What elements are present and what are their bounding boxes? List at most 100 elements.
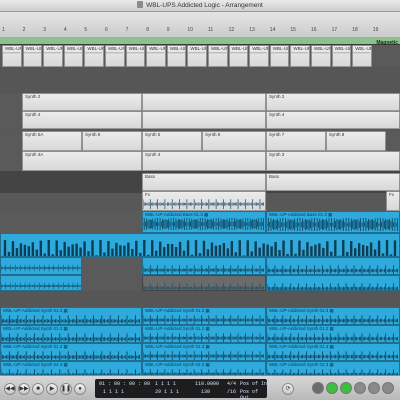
- midi-region[interactable]: WBL-UP-Addict: [311, 45, 331, 67]
- midi-region[interactable]: Synth 7: [266, 131, 326, 151]
- bar-number[interactable]: 2: [23, 27, 26, 33]
- midi-region[interactable]: Synth 6: [202, 131, 266, 151]
- bar-number[interactable]: 16: [311, 27, 317, 33]
- midi-region[interactable]: WBL-UP-Addict: [146, 45, 166, 67]
- track-lane[interactable]: Synth 4 Synth 4: [0, 111, 400, 129]
- cycle-button[interactable]: ⟳: [282, 383, 294, 395]
- midi-region[interactable]: Synth 4: [266, 111, 400, 129]
- audio-region[interactable]: WBL-UP-Addicted Synth 01.3 ▦: [0, 343, 142, 361]
- track-lane[interactable]: [0, 291, 400, 307]
- audio-region[interactable]: [266, 257, 400, 275]
- track-lane[interactable]: [0, 257, 400, 275]
- track-lane[interactable]: WBL-UP-Addicted Synth 01.2 ▦ WBL-UP-Addic…: [0, 325, 400, 343]
- midi-region[interactable]: Synth 5A: [22, 131, 82, 151]
- bar-number[interactable]: 10: [187, 27, 193, 33]
- midi-region[interactable]: [142, 93, 266, 111]
- audio-region[interactable]: [266, 275, 400, 291]
- track-lane[interactable]: [0, 233, 400, 257]
- time-signature[interactable]: 4/4: [227, 381, 236, 387]
- track-lane[interactable]: Fx Fx: [0, 191, 400, 211]
- midi-region[interactable]: Synth 5: [142, 131, 202, 151]
- midi-region[interactable]: [142, 111, 266, 129]
- bar-number[interactable]: 12: [229, 27, 235, 33]
- stop-button[interactable]: ■: [32, 383, 44, 395]
- midi-region[interactable]: Bass: [266, 173, 400, 191]
- division[interactable]: /16: [227, 389, 236, 395]
- audio-region[interactable]: WBL-UP-Addicted Synth 01.2 ▦: [142, 325, 266, 343]
- audio-region[interactable]: WBL-UP-Addicted Synth 01.2 ▦: [0, 325, 142, 343]
- bar-number[interactable]: 15: [290, 27, 296, 33]
- midi-region[interactable]: [142, 275, 266, 291]
- track-lane[interactable]: WBL-UP-Addicted Bass 01.3 ▦ WBL-UP-Addict…: [0, 211, 400, 233]
- track-lane[interactable]: Synth 2 Synth 2: [0, 93, 400, 111]
- bar-number[interactable]: 19: [373, 27, 379, 33]
- solo-button[interactable]: [312, 382, 324, 394]
- midi-region[interactable]: WBL-UP-Addict: [249, 45, 269, 67]
- sync-button[interactable]: [368, 382, 380, 394]
- midi-region[interactable]: WBL-UP-Addict: [228, 45, 249, 67]
- midi-region[interactable]: WBL-UP-Addict: [187, 45, 207, 67]
- play-button[interactable]: ▶: [46, 383, 58, 395]
- audio-region[interactable]: WBL-UP-Addicted Synth 01.3 ▦: [142, 307, 266, 325]
- audio-region[interactable]: WBL-UP-Addicted Synth 01.3 ▦: [266, 307, 400, 325]
- track-lane[interactable]: Synth 5A Synth 6 Synth 5 Synth 6 Synth 7 Synt…: [0, 131, 400, 151]
- bar-number[interactable]: 4: [64, 27, 67, 33]
- audio-region[interactable]: WBL-UP-Addicted Synth 01.3 ▦: [266, 343, 400, 361]
- midi-region[interactable]: WBL-UP-Addict: [43, 45, 63, 67]
- bar-number[interactable]: 3: [43, 27, 46, 33]
- midi-region[interactable]: Synth 3A: [22, 151, 142, 171]
- tracks-area[interactable]: WBL-UP-AddictWBL-UP-AddictWBL-UP-AddictW…: [0, 45, 400, 379]
- bar-number[interactable]: 5: [84, 27, 87, 33]
- cycle-region[interactable]: [0, 37, 400, 44]
- midi-region[interactable]: WBL-UP-Addict: [63, 45, 84, 67]
- bar-ruler[interactable]: Magnetic 1 2 3 4 5 6 7 8 9 10 11 12 13 14 15 16 17 18 19: [0, 12, 400, 46]
- midi-region[interactable]: Fx: [386, 191, 400, 211]
- bar-number[interactable]: 6: [105, 27, 108, 33]
- punch-button[interactable]: [382, 382, 394, 394]
- midi-region[interactable]: WBL-UP-Addict: [125, 45, 146, 67]
- audio-region[interactable]: WBL-UP-Addicted Bass 01.3 ▦: [142, 211, 266, 233]
- track-lane[interactable]: WBL-UP-Addicted Synth 01.3 ▦ WBL-UP-Addic…: [0, 343, 400, 361]
- bar-number[interactable]: 1: [2, 27, 5, 33]
- audio-region[interactable]: [0, 257, 82, 275]
- audio-region[interactable]: WBL-UP-Addicted Bass 01.3 ▦: [266, 211, 400, 233]
- audio-region[interactable]: WBL-UP-Addicted Synth 01.2 ▦: [266, 325, 400, 343]
- bar-number[interactable]: 9: [167, 27, 170, 33]
- midi-region[interactable]: WBL-UP-Addict: [105, 45, 125, 67]
- midi-region[interactable]: WBL-UP-Addict: [2, 45, 22, 67]
- midi-region[interactable]: Synth 3: [142, 151, 266, 171]
- tempo-display[interactable]: 110.0000: [195, 381, 219, 387]
- bar-number[interactable]: 11: [208, 27, 213, 33]
- audio-region[interactable]: [0, 233, 400, 257]
- midi-region[interactable]: Synth 4: [22, 111, 142, 129]
- record-button[interactable]: ●: [74, 383, 86, 395]
- midi-region[interactable]: WBL-UP-Addict: [208, 45, 228, 67]
- audio-region[interactable]: [142, 257, 266, 275]
- bar-number[interactable]: 7: [126, 27, 129, 33]
- midi-region[interactable]: WBL-UP-Addict: [290, 45, 310, 67]
- midi-region[interactable]: Bass: [142, 173, 266, 191]
- audio-region[interactable]: WBL-UP-Addicted Synth 01.3 ▦: [0, 307, 142, 325]
- audio-region[interactable]: WBL-UP-Addicted Synth 01.3 ▦: [142, 343, 266, 361]
- bar-number[interactable]: 8: [146, 27, 149, 33]
- pause-button[interactable]: ❚❚: [60, 383, 72, 395]
- midi-region[interactable]: Fx: [142, 191, 266, 211]
- bar-number[interactable]: 18: [352, 27, 358, 33]
- midi-region[interactable]: WBL-UP-Addict: [352, 45, 372, 67]
- midi-region[interactable]: Synth 3: [266, 151, 400, 171]
- rewind-button[interactable]: ◀◀: [4, 383, 16, 395]
- midi-region[interactable]: WBL-UP-Addict: [166, 45, 187, 67]
- replace-button[interactable]: [326, 382, 338, 394]
- midi-region[interactable]: Synth 2: [266, 93, 400, 111]
- midi-region[interactable]: WBL-UP-Addict: [269, 45, 290, 67]
- audio-region[interactable]: [0, 275, 82, 291]
- metronome-button[interactable]: [340, 382, 352, 394]
- track-lane[interactable]: [0, 275, 400, 291]
- track-lane[interactable]: [0, 67, 400, 93]
- forward-button[interactable]: ▶▶: [18, 383, 30, 395]
- track-lane[interactable]: Synth 3A Synth 3 Synth 3: [0, 151, 400, 171]
- countin-button[interactable]: [354, 382, 366, 394]
- bar-number[interactable]: 13: [249, 27, 255, 33]
- midi-region[interactable]: WBL-UP-Addict: [84, 45, 104, 67]
- track-lane[interactable]: Bass Bass: [0, 173, 400, 191]
